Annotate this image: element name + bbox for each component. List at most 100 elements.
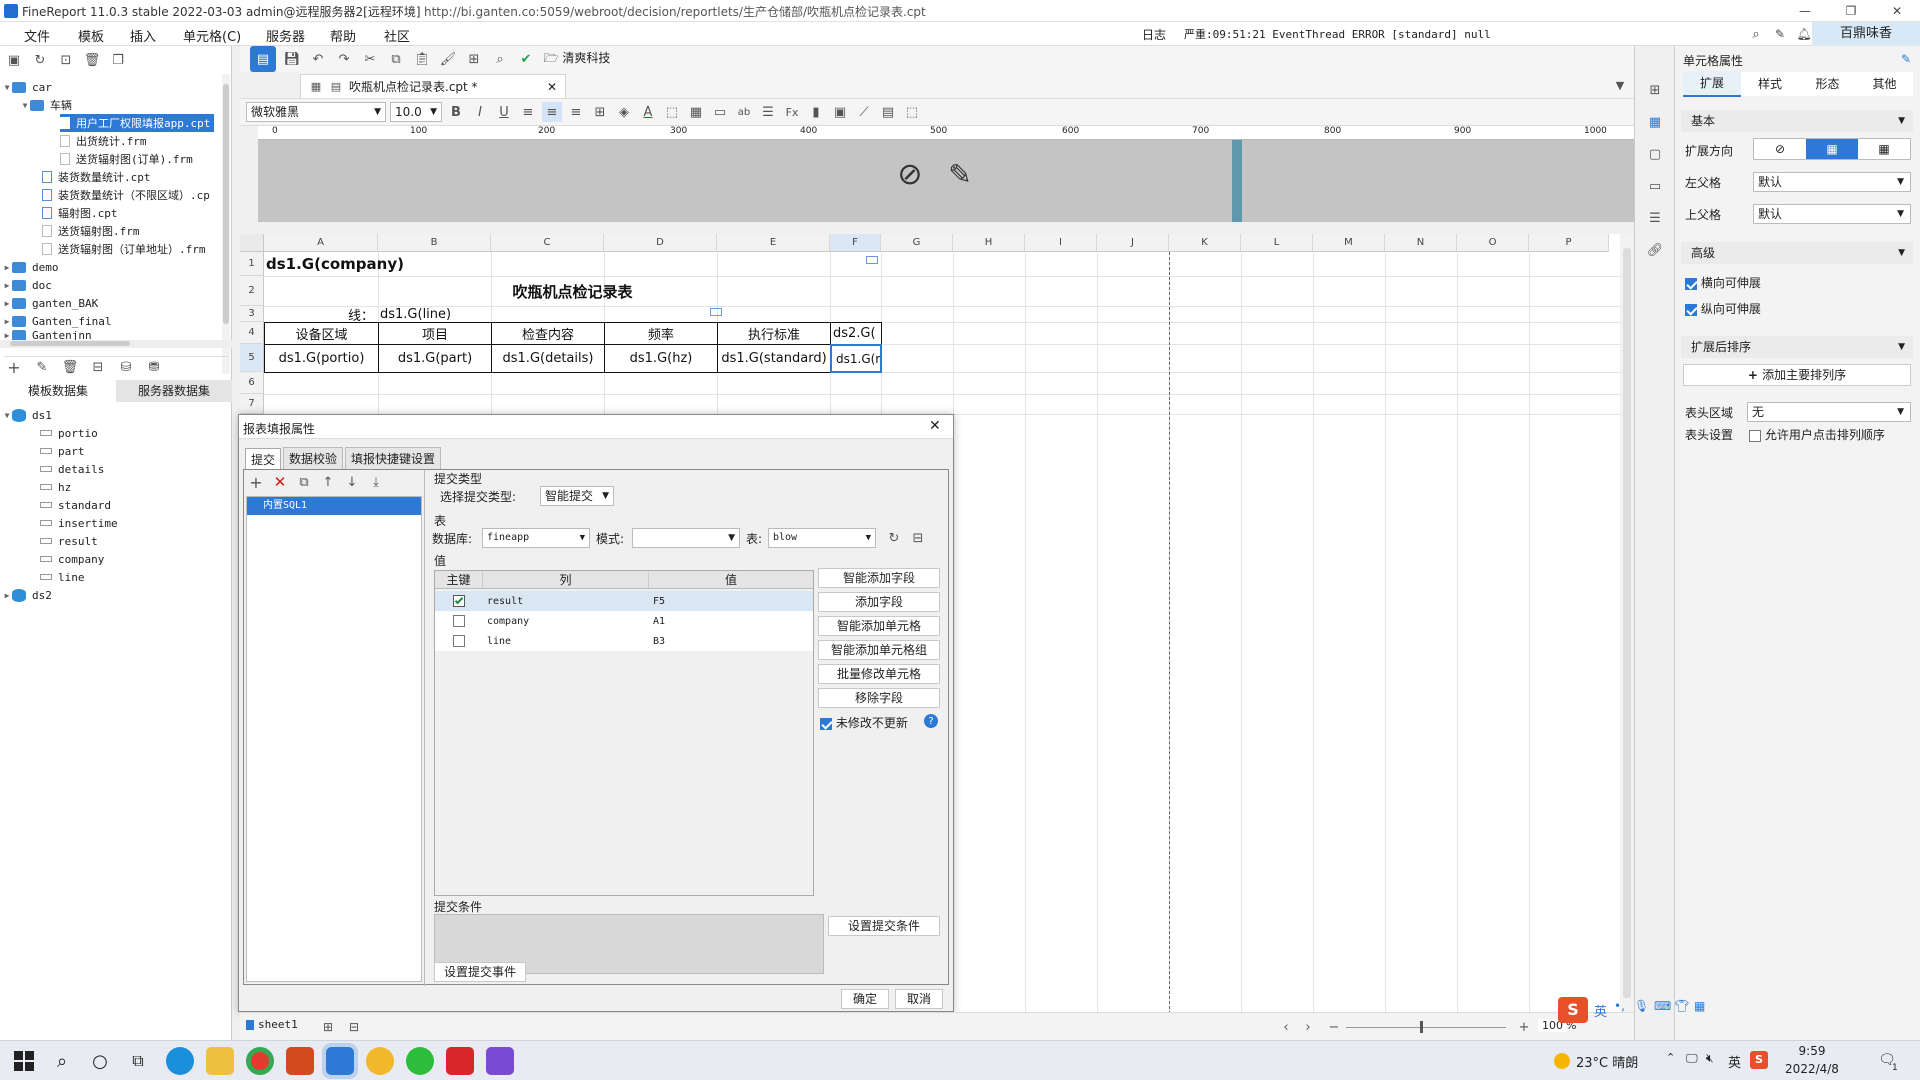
save-icon[interactable]: 💾︎ xyxy=(282,49,302,69)
section-sort[interactable]: 扩展后排序 ▼ xyxy=(1681,336,1913,358)
clock-time[interactable]: 9:59 xyxy=(1782,1044,1842,1058)
field-item[interactable]: part xyxy=(40,442,85,460)
field-item[interactable]: hz xyxy=(40,478,71,496)
row-header[interactable]: 7 xyxy=(240,394,264,414)
add-sheet-icon[interactable]: ⊞ xyxy=(318,1017,338,1037)
punct-icon[interactable]: •, xyxy=(1614,999,1625,1013)
zoom-slider-handle[interactable] xyxy=(1420,1021,1423,1033)
close-icon[interactable]: ✕ xyxy=(929,418,941,434)
refresh-icon[interactable]: ↻ xyxy=(884,528,904,548)
ime-lang-label[interactable]: 英 xyxy=(1594,1001,1607,1020)
help-icon[interactable]: ? xyxy=(924,714,938,728)
hidden-eye-icon[interactable]: ⊘ xyxy=(892,156,928,192)
table-preview-icon[interactable]: ⊟ xyxy=(908,528,928,548)
menu-file[interactable]: 文件 xyxy=(24,26,50,45)
scroll-right-icon[interactable]: › xyxy=(1298,1017,1318,1037)
sogou-tray-icon[interactable]: S xyxy=(1750,1051,1768,1069)
tree-item-ganten-bak[interactable]: ▶ ganten_BAK xyxy=(2,294,99,312)
selected-cell-f5[interactable]: ds1.G(result xyxy=(830,344,882,373)
rich-text-icon[interactable]: ☰ xyxy=(758,102,778,122)
smart-add-cell-group-button[interactable]: 智能添加单元格组 xyxy=(818,640,940,660)
ok-button[interactable]: 确定 xyxy=(841,989,889,1009)
tree-h-scrollbar[interactable] xyxy=(0,340,232,348)
note-icon[interactable]: ✎ xyxy=(1772,26,1788,42)
tab-template-dataset[interactable]: 模板数据集 xyxy=(0,380,116,402)
remove-field-button[interactable]: 移除字段 xyxy=(818,688,940,708)
mic-icon[interactable]: 🎙︎ xyxy=(1634,999,1649,1013)
preview-icon[interactable]: ⊞ xyxy=(464,49,484,69)
key-checkbox[interactable] xyxy=(453,615,465,627)
move-bottom-icon[interactable]: ⤓ xyxy=(366,472,386,492)
sheet-tab[interactable]: sheet1 xyxy=(246,1018,298,1031)
close-window-button[interactable]: ✕ xyxy=(1874,0,1920,22)
maximize-button[interactable]: ❐ xyxy=(1828,0,1874,22)
align-center-icon[interactable]: ≡ xyxy=(542,102,562,122)
new-folder-icon[interactable]: ▣ xyxy=(4,50,24,70)
close-tab-icon[interactable]: ✕ xyxy=(547,80,557,94)
tree-item-doc[interactable]: ▶ doc xyxy=(2,276,52,294)
wechat-icon[interactable] xyxy=(406,1047,434,1075)
pin-icon[interactable]: ✎ xyxy=(1901,52,1911,66)
lock-icon[interactable]: ⊡ xyxy=(56,50,76,70)
row-header[interactable]: 1 xyxy=(240,252,264,276)
doc-tab[interactable]: ▦ ▤ 吹瓶机点检记录表.cpt * ✕ xyxy=(300,74,566,98)
h-expand-checkbox[interactable]: 横向可伸展 xyxy=(1685,274,1761,291)
tab-style[interactable]: 样式 xyxy=(1741,72,1799,96)
tree-item-file[interactable]: 装货数量统计（不限区域）.cp xyxy=(42,186,210,204)
stack-icon[interactable]: ☰ xyxy=(1645,208,1665,228)
task-view-icon[interactable]: ⧉ xyxy=(126,1049,150,1073)
field-item[interactable]: details xyxy=(40,460,104,478)
tree-item-file[interactable]: 辐射图.cpt xyxy=(42,204,118,222)
col-header[interactable]: I xyxy=(1025,234,1097,252)
menu-cell[interactable]: 单元格(C) xyxy=(183,26,241,45)
horizontal-expand-icon[interactable]: ▦ xyxy=(1858,139,1910,159)
col-header[interactable]: E xyxy=(717,234,830,252)
table-row[interactable]: company A1 xyxy=(435,611,813,631)
network-icon[interactable]: 🖵︎ xyxy=(1686,1051,1698,1066)
field-item[interactable]: standard xyxy=(40,496,111,514)
table-row[interactable]: result F5 xyxy=(435,591,813,611)
menu-server[interactable]: 服务器 xyxy=(266,26,305,45)
tab-validation[interactable]: 数据校验 xyxy=(283,447,344,470)
copy-icon[interactable]: ⧉ xyxy=(386,49,406,69)
scroll-left-icon[interactable]: ‹ xyxy=(1276,1017,1296,1037)
dataset-ds2[interactable]: ▶ ds2 xyxy=(2,586,52,604)
delete-icon[interactable]: ✕ xyxy=(270,472,290,492)
table-select[interactable]: blow ▼ xyxy=(768,528,876,548)
template-icon[interactable]: ▤ xyxy=(250,46,276,72)
cell-a3[interactable]: 线： xyxy=(264,306,378,323)
tray-ime-label[interactable]: 英 xyxy=(1728,1052,1741,1071)
tab-other[interactable]: 其他 xyxy=(1856,72,1913,96)
widget-icon[interactable]: ▢ xyxy=(1645,144,1665,164)
field-item[interactable]: company xyxy=(40,550,104,568)
italic-icon[interactable]: I xyxy=(470,102,490,122)
align-left-icon[interactable]: ≡ xyxy=(518,102,538,122)
user-account-button[interactable]: 百鼎味香 xyxy=(1812,22,1920,46)
field-item[interactable]: insertime xyxy=(40,514,118,532)
header-cell[interactable]: 频率 xyxy=(604,322,718,345)
cell-b3[interactable]: ds1.G(line) xyxy=(380,306,580,322)
menu-template[interactable]: 模板 xyxy=(78,26,104,45)
frame-icon[interactable]: ⬚ xyxy=(902,102,922,122)
field-item[interactable]: portio xyxy=(40,424,98,442)
key-checkbox[interactable] xyxy=(453,635,465,647)
check-icon[interactable]: ✔ xyxy=(516,49,536,69)
photo-icon[interactable] xyxy=(486,1047,514,1075)
office-icon[interactable] xyxy=(286,1047,314,1075)
search-icon[interactable]: ⌕ xyxy=(1748,26,1764,42)
link-icon[interactable]: 🔗︎ xyxy=(1645,240,1665,260)
v-expand-checkbox[interactable]: 纵向可伸展 xyxy=(1685,300,1761,317)
data-cell[interactable]: ds1.G(portio) xyxy=(264,344,379,373)
add-dataset-icon[interactable]: + xyxy=(4,358,24,378)
tab-form[interactable]: 形态 xyxy=(1799,72,1856,96)
col-header[interactable]: O xyxy=(1457,234,1529,252)
row-header[interactable]: 3 xyxy=(240,306,264,322)
zoom-out-icon[interactable]: − xyxy=(1324,1017,1344,1037)
move-down-icon[interactable]: ↓ xyxy=(342,472,362,492)
tray-chevron-icon[interactable]: ⌃ xyxy=(1666,1051,1675,1064)
font-size-select[interactable]: 10.0 ▼ xyxy=(390,102,442,122)
tree-item-file[interactable]: 送货辐射图(订单).frm xyxy=(60,150,193,168)
tree-item-gantenjnn[interactable]: ▶ Gantenjnn xyxy=(2,330,92,340)
tree-scrollbar[interactable] xyxy=(222,74,230,374)
set-event-button[interactable]: 设置提交事件 xyxy=(434,962,526,982)
